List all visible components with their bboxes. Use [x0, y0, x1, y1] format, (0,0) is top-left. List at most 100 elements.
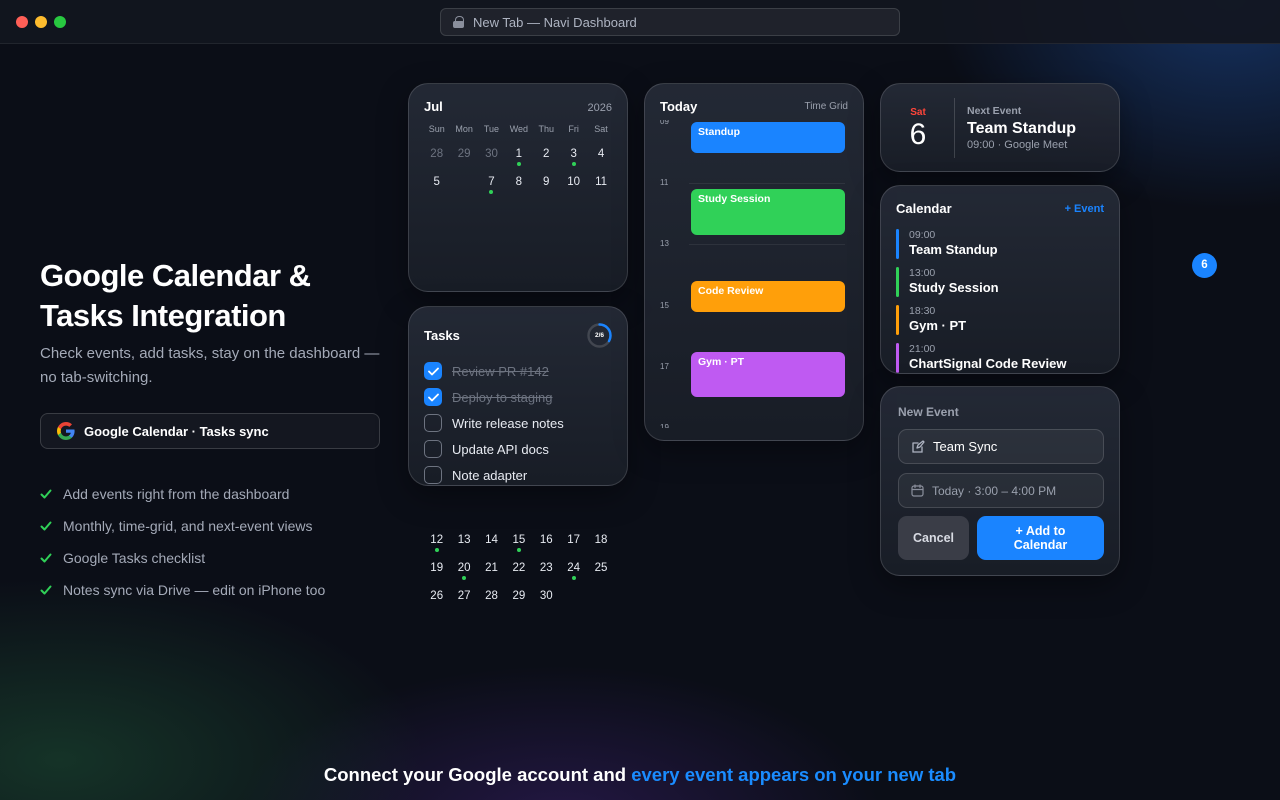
calendar-day-number: 6 — [1191, 253, 1217, 278]
calendar-day-number: 21 — [485, 562, 498, 574]
divider — [954, 98, 955, 158]
calendar-day[interactable]: 17 — [560, 526, 587, 554]
timegrid-event-label: Study Session — [698, 193, 771, 205]
calendar-day[interactable]: 29 — [450, 140, 477, 168]
task-item[interactable]: Note adapter — [424, 466, 527, 484]
timegrid-event[interactable]: Study Session — [691, 189, 845, 235]
calendar-event-item[interactable]: 13:00 Study Session — [896, 267, 1106, 297]
calendar-event-item[interactable]: 18:30 Gym · PT — [896, 305, 1106, 335]
next-event-weekday: Sat — [910, 107, 926, 118]
calendar-day[interactable]: 7 — [478, 168, 505, 196]
feature-text: Notes sync via Drive — edit on iPhone to… — [63, 582, 326, 598]
event-time: 09:00 — [909, 229, 936, 241]
calendar-day[interactable]: 12 — [423, 526, 450, 554]
calendar-day[interactable]: 4 — [587, 140, 614, 168]
calendar-event-item[interactable]: 09:00 Team Standup — [896, 229, 1106, 259]
calendar-day[interactable]: 9 — [533, 168, 560, 196]
task-item[interactable]: Deploy to staging — [424, 388, 552, 406]
google-sync-badge[interactable]: Google Calendar · Tasks sync — [40, 413, 380, 449]
calendar-day[interactable]: 10 — [560, 168, 587, 196]
calendar-day[interactable]: 28 — [478, 582, 505, 610]
calendar-day-today[interactable]: 6 — [1094, 251, 1280, 609]
calendar-day-number: 28 — [430, 148, 444, 160]
view-mode-label[interactable]: Time Grid — [804, 101, 848, 112]
calendar-day[interactable]: 15 — [505, 526, 532, 554]
calendar-day[interactable]: 30 — [533, 582, 560, 610]
zoom-window-button[interactable] — [54, 16, 66, 28]
hour-gridline — [689, 244, 845, 245]
task-label: Review PR #142 — [452, 363, 549, 379]
calendar-day[interactable]: 14 — [478, 526, 505, 554]
feature-list: Add events right from the dashboard Mont… — [40, 478, 325, 606]
hour-label: 11 — [660, 178, 669, 187]
cancel-button[interactable]: Cancel — [898, 516, 969, 560]
task-item[interactable]: Review PR #142 — [424, 362, 549, 380]
calendar-day[interactable]: 2 — [533, 140, 560, 168]
calendar-day[interactable]: 29 — [505, 582, 532, 610]
hour-label: 15 — [660, 301, 669, 310]
event-name: ChartSignal Code Review — [909, 356, 1067, 371]
event-time: 18:30 — [909, 305, 936, 317]
event-name-value: Team Sync — [933, 439, 998, 454]
calendar-day[interactable]: 27 — [450, 582, 477, 610]
calendar-day[interactable]: 21 — [478, 554, 505, 582]
calendar-day[interactable]: 22 — [505, 554, 532, 582]
task-label: Note adapter — [452, 467, 528, 483]
calendar-day[interactable]: 1 — [505, 140, 532, 168]
calendar-day[interactable]: 20 — [450, 554, 477, 582]
hour-label: 09 — [660, 120, 669, 126]
event-dot — [516, 162, 521, 166]
add-to-calendar-button[interactable]: + Add to Calendar — [977, 516, 1104, 560]
calendar-day[interactable]: 25 — [587, 554, 614, 582]
today-title: Today — [660, 99, 698, 114]
task-label: Update API docs — [452, 441, 549, 457]
calendar-day[interactable]: 16 — [533, 526, 560, 554]
calendar-day[interactable]: 23 — [533, 554, 560, 582]
calendar-day[interactable]: 8 — [505, 168, 532, 196]
event-dot — [462, 576, 467, 580]
calendar-day[interactable]: 13 — [450, 526, 477, 554]
task-checkbox[interactable] — [424, 388, 442, 406]
event-name: Team Standup — [909, 242, 998, 257]
timegrid-event[interactable]: Standup — [691, 122, 845, 153]
calendar-day[interactable]: 18 — [587, 526, 614, 554]
calendar-day[interactable]: 24 — [560, 554, 587, 582]
timegrid-event[interactable]: Gym · PT — [691, 352, 845, 397]
task-checkbox[interactable] — [424, 466, 442, 484]
task-item[interactable]: Write release notes — [424, 414, 564, 432]
feature-text: Google Tasks checklist — [63, 550, 206, 566]
calendar-day[interactable]: 28 — [423, 140, 450, 168]
calendar-day[interactable]: 5 — [423, 168, 450, 196]
calendar-day[interactable]: 26 — [423, 582, 450, 610]
feature-item: Monthly, time-grid, and next-event views — [40, 510, 325, 542]
task-checkbox[interactable] — [424, 362, 442, 380]
close-window-button[interactable] — [16, 16, 28, 28]
calendar-list-title: Calendar — [896, 201, 952, 216]
task-checkbox[interactable] — [424, 440, 442, 458]
minimize-window-button[interactable] — [35, 16, 47, 28]
timegrid-event[interactable]: Code Review — [691, 281, 845, 312]
calendar-day[interactable]: 3 — [560, 140, 587, 168]
address-bar[interactable]: New Tab — Navi Dashboard — [440, 8, 900, 36]
hour-label: 13 — [660, 239, 669, 248]
calendar-day-number: 10 — [567, 176, 581, 188]
next-event-widget[interactable]: Sat 6 Next Event Team Standup 09:00 · Go… — [880, 83, 1120, 172]
add-event-link[interactable]: + Event — [1065, 203, 1104, 215]
check-icon — [40, 521, 52, 531]
calendar-day[interactable]: 30 — [478, 140, 505, 168]
calendar-day-number: 11 — [595, 176, 608, 188]
calendar-day[interactable]: 11 — [587, 168, 614, 196]
new-event-title: New Event — [898, 405, 959, 419]
event-time-field[interactable]: Today · 3:00 – 4:00 PM — [898, 473, 1104, 508]
calendar-day[interactable]: 19 — [423, 554, 450, 582]
weekday-header: Thu — [538, 124, 555, 134]
task-checkbox[interactable] — [424, 414, 442, 432]
event-dot — [516, 548, 521, 552]
hour-label: 17 — [660, 362, 669, 371]
event-name-field[interactable]: Team Sync — [898, 429, 1104, 464]
calendar-event-item[interactable]: 21:00 ChartSignal Code Review — [896, 343, 1106, 373]
calendar-day-number: 30 — [485, 148, 498, 160]
browser-titlebar: New Tab — Navi Dashboard — [0, 0, 1280, 44]
task-item[interactable]: Update API docs — [424, 440, 549, 458]
month-calendar-widget: Jul 2026 Sun Mon Tue Wed Thu Fri Sat 28 29 30 1 2 3 4… — [408, 83, 1217, 602]
